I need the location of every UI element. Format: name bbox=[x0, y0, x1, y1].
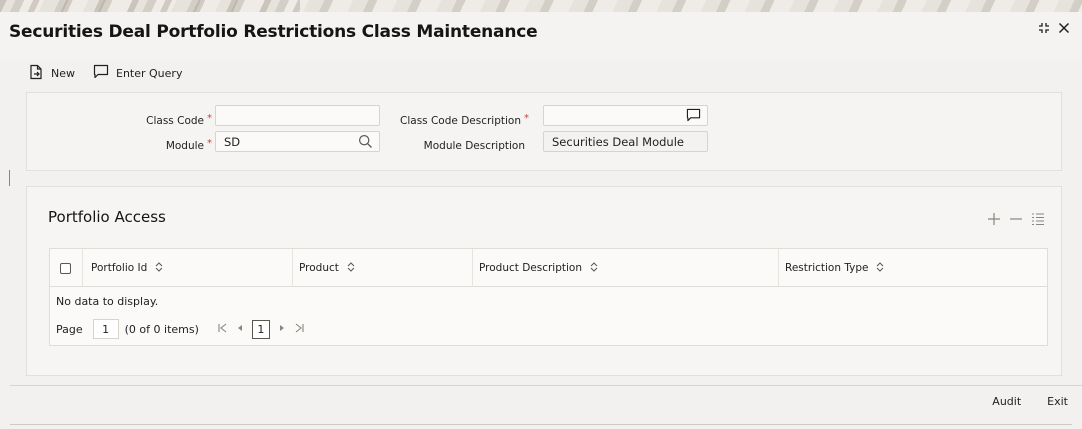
required-marker: * bbox=[524, 113, 529, 124]
grid-actions bbox=[987, 212, 1045, 229]
module-label: Module * bbox=[165, 138, 212, 152]
next-page-icon[interactable] bbox=[279, 323, 285, 336]
grid-header: Portfolio Id Product Product Description… bbox=[50, 249, 1047, 287]
current-page[interactable]: 1 bbox=[251, 319, 270, 339]
page-number-input[interactable]: 1 bbox=[92, 319, 119, 339]
module-value: SD bbox=[224, 135, 241, 149]
toolbar: New Enter Query bbox=[28, 63, 182, 83]
divider bbox=[9, 170, 10, 186]
empty-message: No data to display. bbox=[56, 295, 159, 308]
column-product[interactable]: Product bbox=[292, 249, 472, 287]
last-page-icon[interactable] bbox=[295, 323, 304, 336]
sort-icon[interactable] bbox=[876, 261, 884, 275]
class-code-input[interactable] bbox=[215, 105, 380, 126]
previous-page-icon[interactable] bbox=[237, 323, 243, 336]
module-description-label: Module Description bbox=[423, 140, 525, 152]
column-label: Product bbox=[299, 262, 339, 274]
search-icon[interactable] bbox=[358, 134, 373, 152]
column-portfolio-id[interactable]: Portfolio Id bbox=[82, 249, 292, 287]
portfolio-access-section: Portfolio Access Portfolio Id Product Pr… bbox=[26, 186, 1062, 376]
page-label: Page bbox=[56, 322, 83, 336]
audit-button[interactable]: Audit bbox=[982, 390, 1032, 412]
class-code-description-input[interactable] bbox=[543, 105, 708, 126]
speech-bubble-icon bbox=[93, 64, 109, 82]
plus-icon[interactable] bbox=[987, 212, 1001, 229]
new-label: New bbox=[51, 66, 75, 80]
new-button[interactable]: New bbox=[28, 64, 75, 83]
class-code-label: Class Code * bbox=[146, 113, 212, 127]
sort-icon[interactable] bbox=[347, 261, 355, 275]
class-form-panel: Class Code * Class Code Description * Modu… bbox=[26, 92, 1062, 171]
footer-actions: Audit Exit bbox=[982, 390, 1078, 412]
sort-icon[interactable] bbox=[155, 261, 163, 275]
column-label: Product Description bbox=[479, 262, 583, 274]
module-input[interactable]: SD bbox=[215, 131, 380, 152]
banner-stripe bbox=[0, 0, 300, 12]
new-document-icon bbox=[28, 64, 44, 83]
column-label: Restriction Type bbox=[785, 262, 869, 274]
class-code-description-label: Class Code Description * bbox=[400, 113, 529, 127]
sort-icon[interactable] bbox=[590, 261, 598, 275]
expand-icon[interactable] bbox=[1038, 22, 1050, 34]
required-marker: * bbox=[207, 113, 212, 124]
close-icon[interactable] bbox=[1058, 22, 1070, 34]
window-title: Securities Deal Portfolio Restrictions C… bbox=[9, 22, 538, 42]
column-restriction-type[interactable]: Restriction Type bbox=[778, 249, 1046, 287]
decorative-banner bbox=[0, 0, 1082, 12]
list-view-icon[interactable] bbox=[1031, 212, 1045, 229]
speech-bubble-icon[interactable] bbox=[686, 108, 701, 125]
section-title: Portfolio Access bbox=[48, 208, 166, 226]
window-actions bbox=[1038, 22, 1070, 34]
column-product-description[interactable]: Product Description bbox=[472, 249, 778, 287]
select-all-checkbox[interactable] bbox=[60, 262, 71, 274]
exit-button[interactable]: Exit bbox=[1037, 390, 1078, 412]
footer-divider bbox=[10, 385, 1082, 386]
first-page-icon[interactable] bbox=[218, 323, 227, 336]
portfolio-access-grid: Portfolio Id Product Product Description… bbox=[49, 248, 1048, 346]
column-label: Portfolio Id bbox=[91, 262, 148, 274]
module-description-field: Securities Deal Module bbox=[543, 131, 708, 152]
minus-icon[interactable] bbox=[1009, 212, 1023, 229]
enter-query-label: Enter Query bbox=[116, 66, 183, 80]
enter-query-button[interactable]: Enter Query bbox=[93, 64, 182, 82]
items-count: (0 of 0 items) bbox=[124, 322, 199, 336]
required-marker: * bbox=[207, 138, 212, 149]
bottom-rule bbox=[10, 424, 1072, 425]
pagination: Page 1 (0 of 0 items) 1 bbox=[56, 319, 309, 339]
